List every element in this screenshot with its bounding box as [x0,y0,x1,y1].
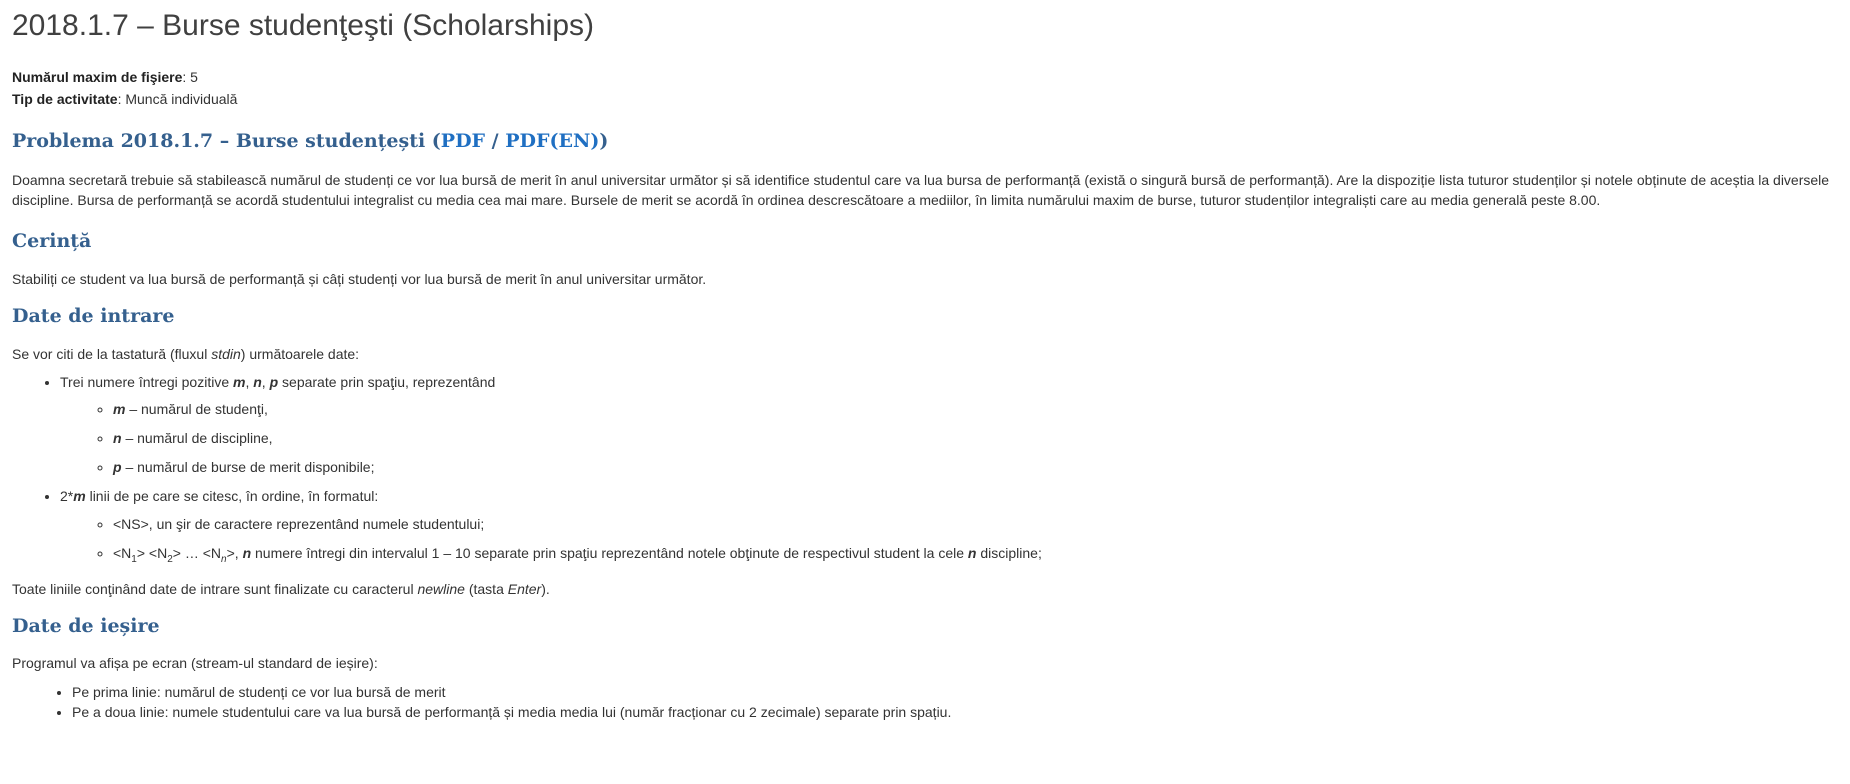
max-files-row: Numărul maxim de fişiere: 5 [12,66,1838,88]
var-p: p [269,373,279,390]
list-item: 2*m linii de pe care se citesc, în ordin… [60,485,1838,571]
newline-term: newline [417,580,465,597]
link-separator: / [485,130,506,152]
var-m: m [73,487,86,504]
var-p: p [113,458,122,475]
var-m: m [113,400,126,417]
page-content: 2018.1.7 – Burse studenţeşti (Scholarshi… [0,0,1850,722]
grades-desc-end: discipline; [976,544,1042,561]
enter-term: Enter [507,580,542,597]
newline-note: Toate liniile conţinând date de intrare … [12,579,1838,599]
activity-type-row: Tip de activitate: Muncă individuală [12,88,1838,110]
input-item1-end: separate prin spaţiu, reprezentând [278,373,496,390]
input-intro: Se vor citi de la tastatură (fluxul stdi… [12,344,1838,364]
param-p-desc: – numărul de burse de merit disponibile; [121,458,375,475]
activity-type-label: Tip de activitate [12,91,118,107]
page-title: 2018.1.7 – Burse studenţeşti (Scholarshi… [12,9,594,42]
input-item2-text: linii de pe care se citesc, în ordine, î… [85,487,379,504]
list-item: <N1> <N2> … <Nn>, n numere întregi din i… [113,542,1838,571]
list-item: m – numărul de studenţi, [113,398,1838,420]
input-item1-text: Trei numere întregi pozitive [60,373,233,390]
var-n: n [113,429,122,446]
pdf-link[interactable]: PDF [441,130,485,152]
list-item: p – numărul de burse de merit disponibil… [113,456,1838,478]
requirement-heading: Cerință [12,230,92,253]
input-list: Trei numere întregi pozitive m, n, p sep… [12,371,1838,571]
comma: , [261,373,270,390]
input-intro-text: Se vor citi de la tastatură (fluxul [12,345,212,362]
var-m: m [233,373,246,390]
input-sublist-format: <NS>, un şir de caractere reprezentând n… [60,513,1838,571]
input-sublist-params: m – numărul de studenţi, n – numărul de … [60,398,1838,478]
problem-description: Doamna secretară trebuie să stabilească … [12,171,1830,208]
requirement-text: Stabiliți ce student va lua bursă de per… [12,270,707,287]
activity-type-value: : Muncă individuală [117,91,238,107]
input-heading: Date de intrare [12,304,175,327]
var-n: n [253,373,262,390]
list-item: Trei numere întregi pozitive m, n, p sep… [60,371,1838,478]
stdin-term: stdin [211,345,241,362]
newline-note-end: ). [541,580,550,597]
problem-heading: Problema 2018.1.7 – Burse studențești (P… [12,128,1838,156]
max-files-value: : 5 [182,69,198,85]
output-intro: Programul va afișa pe ecran (stream-ul s… [12,655,378,672]
list-item: Pe prima linie: numărul de studenți ce v… [72,682,1838,702]
grades-desc: numere întregi din intervalul 1 – 10 sep… [251,544,968,561]
list-item: n – numărul de discipline, [113,427,1838,449]
output-heading: Date de ieșire [12,614,160,637]
ns-line: <NS>, un şir de caractere reprezentând n… [113,515,485,532]
list-item: Pe a doua linie: numele studentului care… [72,702,1838,722]
grade-token: > <N [136,544,168,561]
grade-token: <N [113,544,132,561]
problem-heading-text: Problema 2018.1.7 – Burse studențești ( [12,130,441,152]
param-m-desc: – numărul de studenţi, [125,400,268,417]
max-files-label: Numărul maxim de fişiere [12,69,183,85]
var-n: n [242,544,252,561]
input-intro-end: ) următoarele date: [240,345,360,362]
output-list: Pe prima linie: numărul de studenți ce v… [12,682,1838,722]
grade-token: > … <N [172,544,222,561]
newline-note-mid: (tasta [464,580,508,597]
assignment-meta: Numărul maxim de fişiere: 5 Tip de activ… [12,66,1838,110]
pdf-en-link[interactable]: PDF(EN) [505,130,599,152]
newline-note-text: Toate liniile conţinând date de intrare … [12,580,418,597]
input-item2-prefix: 2* [60,487,74,504]
grade-token: >, [226,544,243,561]
problem-heading-suffix: ) [599,130,609,152]
param-n-desc: – numărul de discipline, [121,429,273,446]
list-item: <NS>, un şir de caractere reprezentând n… [113,513,1838,535]
